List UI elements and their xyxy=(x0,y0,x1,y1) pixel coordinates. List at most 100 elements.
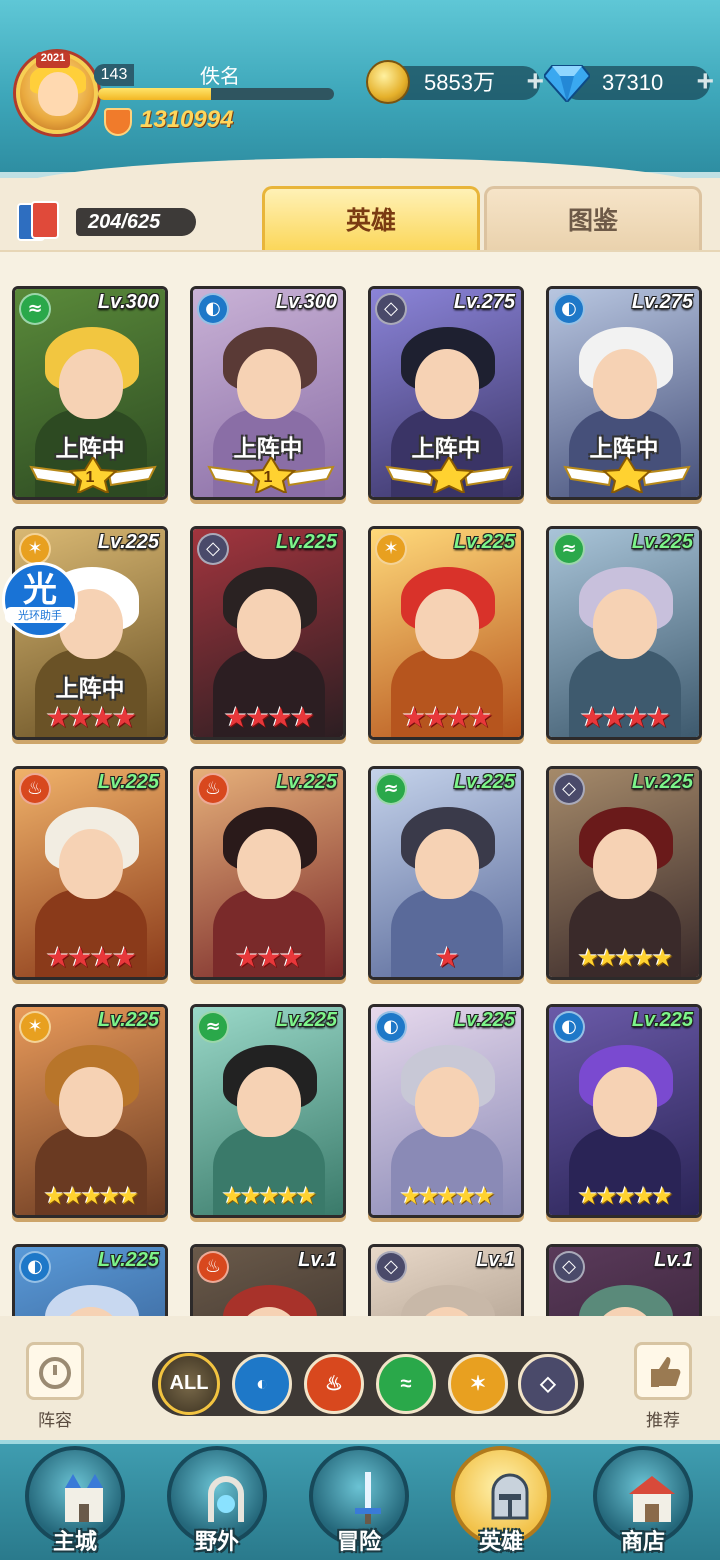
element-nature-icon: ≈ xyxy=(553,533,585,565)
hero-level: Lv.225 xyxy=(275,1009,337,1031)
hero-level: Lv.300 xyxy=(97,291,159,313)
hero-card[interactable]: ≈ Lv.300 上阵中 1 xyxy=(12,286,168,500)
star-rating: ★★★★ xyxy=(223,701,315,734)
gem-amount: 37310 xyxy=(602,70,664,95)
element-water-icon: ◐ xyxy=(19,1251,51,1283)
hero-level: Lv.225 xyxy=(631,771,693,793)
player-name: 佚名 xyxy=(200,64,240,88)
hero-card[interactable]: ◇ Lv.275 上阵中 xyxy=(368,286,524,500)
element-dark-icon: ◇ xyxy=(553,773,585,805)
diamond-gem-icon xyxy=(544,65,590,102)
hero-count: 204/625 xyxy=(76,208,196,236)
nav-main-city[interactable]: 主城 xyxy=(20,1446,130,1560)
power-shield-icon xyxy=(104,108,132,136)
hero-face xyxy=(237,1067,301,1137)
nav-adventure[interactable]: 冒险 xyxy=(304,1446,414,1560)
element-water-icon: ◐ xyxy=(553,1011,585,1043)
element-filter-group: ALL ◐ ♨ ≈ ✶ ◇ xyxy=(152,1352,584,1416)
hero-card[interactable]: ◇ Lv.225 ★★★★ xyxy=(190,526,346,740)
filter-dark-icon[interactable]: ◇ xyxy=(518,1354,578,1414)
hero-face xyxy=(415,349,479,419)
hero-card[interactable]: ✶ Lv.225 ★★★★ xyxy=(368,526,524,740)
hero-card[interactable]: ◐ Lv.225 xyxy=(12,1244,168,1316)
hero-card[interactable]: ♨ Lv.1 xyxy=(190,1244,346,1316)
hero-card[interactable]: ♨ Lv.225 ★★★★ xyxy=(12,766,168,980)
element-fire-icon: ♨ xyxy=(197,1251,229,1283)
hero-card[interactable]: ◐ Lv.275 上阵中 xyxy=(546,286,702,500)
nav-heroes[interactable]: 英雄 xyxy=(446,1446,556,1560)
element-fire-icon: ♨ xyxy=(19,773,51,805)
nav-shop-label: 商店 xyxy=(620,1530,665,1555)
star-rating: ★★★★★ xyxy=(221,1182,318,1210)
hero-face xyxy=(593,1067,657,1137)
element-dark-icon: ◇ xyxy=(375,293,407,325)
hero-face xyxy=(593,829,657,899)
star-rating: ★★★★ xyxy=(579,701,671,734)
element-light-icon: ✶ xyxy=(19,1011,51,1043)
hero-card[interactable]: ◐ Lv.225 ★★★★★ xyxy=(368,1004,524,1218)
lineup-button[interactable]: 阵容 xyxy=(20,1342,90,1431)
recommend-button[interactable]: 推荐 xyxy=(628,1342,698,1431)
hero-card[interactable]: ◐ Lv.300 上阵中 1 xyxy=(190,286,346,500)
hero-card[interactable]: ◇ Lv.1 xyxy=(546,1244,702,1316)
star-rating: ★★★★ xyxy=(45,941,137,974)
add-gem-button[interactable]: + xyxy=(696,66,714,98)
nav-wild-label: 野外 xyxy=(194,1530,239,1555)
nav-heroes-label: 英雄 xyxy=(478,1530,523,1555)
element-nature-icon: ≈ xyxy=(375,773,407,805)
rank-number: 1 xyxy=(263,469,273,486)
star-rating: ★★★★★ xyxy=(577,1182,674,1210)
hero-level: Lv.225 xyxy=(453,771,515,793)
hero-card[interactable]: ≈ Lv.225 ★ xyxy=(368,766,524,980)
star-rating: ★★★★★ xyxy=(577,944,674,972)
halo-assistant-floating-button[interactable]: 光 光环助手 xyxy=(2,562,78,638)
hero-face xyxy=(593,349,657,419)
star-rating: ★★★★ xyxy=(45,701,137,734)
element-nature-icon: ≈ xyxy=(19,293,51,325)
element-dark-icon: ◇ xyxy=(553,1251,585,1283)
hero-face xyxy=(59,1067,123,1137)
tab-heroes[interactable]: 英雄 xyxy=(262,186,480,250)
tab-codex[interactable]: 图鉴 xyxy=(484,186,702,250)
nav-adventure-label: 冒险 xyxy=(336,1530,381,1555)
hero-level: Lv.225 xyxy=(97,531,159,553)
hero-level: Lv.1 xyxy=(654,1249,693,1271)
hero-level: Lv.225 xyxy=(631,531,693,553)
hero-face xyxy=(415,829,479,899)
filter-water-icon[interactable]: ◐ xyxy=(232,1354,292,1414)
hero-card[interactable]: ≈ Lv.225 ★★★★ xyxy=(546,526,702,740)
hero-card[interactable]: ≈ Lv.225 ★★★★★ xyxy=(190,1004,346,1218)
element-water-icon: ◐ xyxy=(553,293,585,325)
hero-card[interactable]: ✶ Lv.225 ★★★★★ xyxy=(12,1004,168,1218)
hero-face xyxy=(59,349,123,419)
add-gold-button[interactable]: + xyxy=(526,66,544,98)
hero-face xyxy=(415,589,479,659)
filter-fire-icon[interactable]: ♨ xyxy=(304,1354,364,1414)
filter-nature-icon[interactable]: ≈ xyxy=(376,1354,436,1414)
avatar-year-badge: 2021 xyxy=(36,52,70,68)
xp-fill xyxy=(98,88,212,100)
hero-card[interactable]: ♨ Lv.225 ★★★ xyxy=(190,766,346,980)
gold-amount: 5853万 xyxy=(424,70,495,95)
filter-light-icon[interactable]: ✶ xyxy=(448,1354,508,1414)
hero-level: Lv.275 xyxy=(453,291,515,313)
element-nature-icon: ≈ xyxy=(197,1011,229,1043)
deployed-status: 上阵中 xyxy=(55,676,125,702)
hero-level: Lv.1 xyxy=(298,1249,337,1271)
hero-level: Lv.225 xyxy=(97,1009,159,1031)
hero-level: Lv.1 xyxy=(476,1249,515,1271)
filter-all-button[interactable]: ALL xyxy=(158,1353,220,1415)
hero-card[interactable]: ◇ Lv.1 xyxy=(368,1244,524,1316)
hero-level: Lv.225 xyxy=(631,1009,693,1031)
hero-cards-icon xyxy=(17,201,59,241)
hero-card[interactable]: ◐ Lv.225 ★★★★★ xyxy=(546,1004,702,1218)
nav-wild[interactable]: 野外 xyxy=(162,1446,272,1560)
hero-level: Lv.225 xyxy=(453,1009,515,1031)
hero-card[interactable]: ◇ Lv.225 ★★★★★ xyxy=(546,766,702,980)
nav-shop[interactable]: 商店 xyxy=(588,1446,698,1560)
element-water-icon: ◐ xyxy=(197,293,229,325)
winged-star-rank-icon xyxy=(563,457,691,493)
hero-face xyxy=(415,1067,479,1137)
hero-grid: ≈ Lv.300 上阵中 1 ◐ Lv.300 上阵中 1 ◇ Lv.275 上阵中 ◐ Lv.275 上… xyxy=(0,250,720,1316)
gold-coin-icon xyxy=(366,60,410,104)
